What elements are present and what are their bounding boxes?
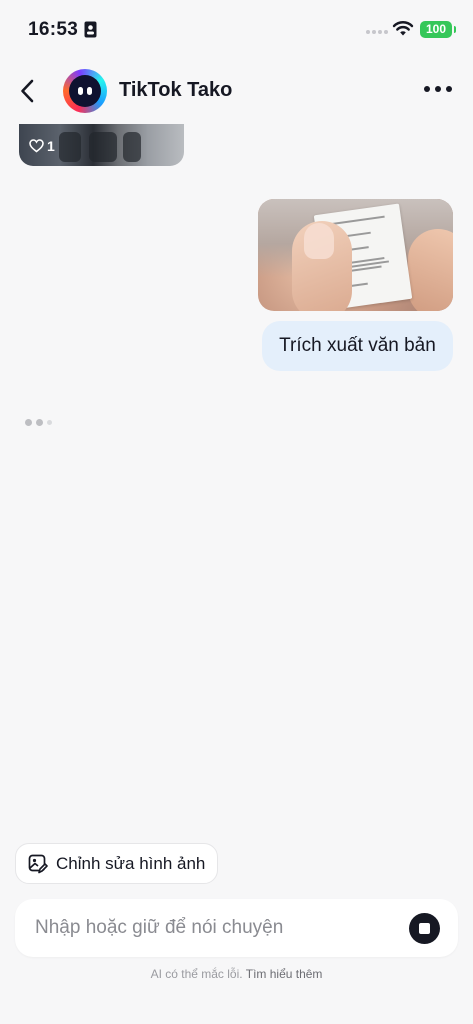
user-message-bubble: Trích xuất văn bản [262,321,453,371]
id-card-icon [84,21,97,38]
chevron-left-icon [21,79,34,103]
ai-disclaimer: AI có thể mắc lỗi. Tìm hiểu thêm [0,967,473,981]
image-edit-icon [28,854,48,873]
cellular-signal-icon [366,30,388,34]
status-bar: 16:53 100 [0,0,473,60]
stop-icon [419,923,430,934]
battery-indicator: 100 [420,21,456,38]
page-title[interactable]: TikTok Tako [119,79,232,102]
tako-logo-icon [69,75,101,107]
status-time: 16:53 [28,19,79,40]
back-button[interactable] [14,76,40,106]
like-count: 1 [47,138,55,154]
message-composer [15,899,458,957]
chat-header: TikTok Tako [0,60,473,122]
previous-image-message[interactable]: 1 [19,124,184,166]
learn-more-link[interactable]: Tìm hiểu thêm [246,967,323,981]
heart-icon [29,139,44,153]
edit-image-button[interactable]: Chỉnh sửa hình ảnh [15,843,218,884]
disclaimer-text: AI có thể mắc lỗi. [150,967,243,981]
user-photo-message[interactable] [258,199,453,311]
stop-button[interactable] [409,913,440,944]
typing-indicator [25,419,52,426]
chat-screen: 16:53 100 TikTok Tako 1 Trích xuất văn b… [0,0,473,1024]
wifi-icon [392,21,414,36]
edit-image-label: Chỉnh sửa hình ảnh [56,853,206,873]
like-badge[interactable]: 1 [29,138,55,154]
more-options-button[interactable] [424,86,452,92]
avatar[interactable] [63,69,107,113]
message-input[interactable] [35,899,395,957]
